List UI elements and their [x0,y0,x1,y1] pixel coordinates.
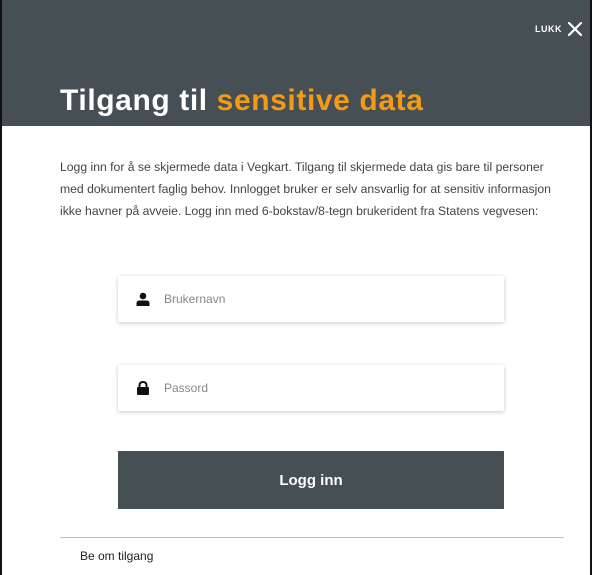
close-icon[interactable] [568,22,582,36]
username-input[interactable] [164,292,484,306]
lock-icon [134,379,152,397]
username-field[interactable] [118,276,504,322]
user-icon [134,290,152,308]
request-access-link[interactable]: Be om tilgang [80,549,153,563]
password-input[interactable] [164,381,484,395]
title-accent: sensitive data [216,84,424,117]
dialog-title: Tilgang til sensitive data [60,84,423,118]
close-button[interactable]: LUKK [535,22,582,36]
password-field[interactable] [118,365,504,411]
divider [60,537,564,538]
login-button[interactable]: Logg inn [118,451,504,509]
login-dialog: LUKK Tilgang til sensitive data Logg inn… [0,0,592,575]
close-label: LUKK [535,24,562,34]
dialog-header: LUKK Tilgang til sensitive data [2,0,590,126]
title-plain: Tilgang til [60,84,208,117]
intro-text: Logg inn for å se skjermede data i Vegka… [60,160,551,218]
